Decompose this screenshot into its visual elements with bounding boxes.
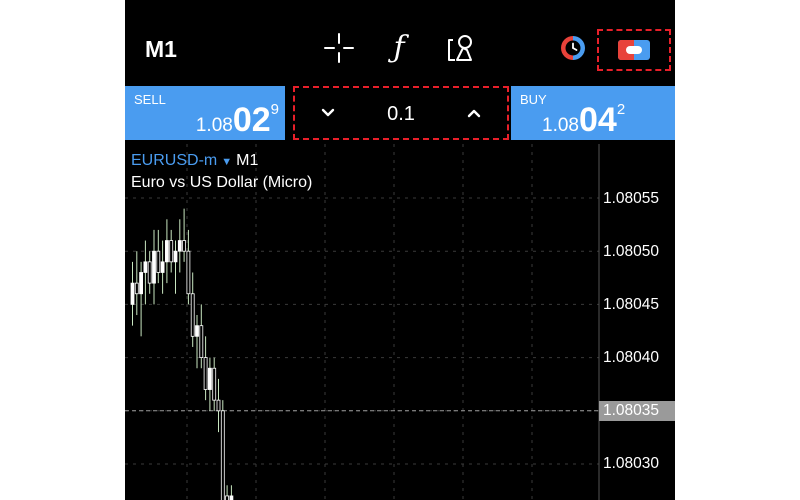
volume-increase-button[interactable] [459, 98, 489, 128]
candle-body [199, 325, 204, 358]
sell-label: SELL [134, 92, 166, 107]
price-tick: 1.08040 [603, 349, 660, 366]
one-click-trading-button[interactable] [555, 30, 591, 66]
timeframe-selector[interactable]: M1 [145, 36, 177, 63]
candle-body [177, 240, 182, 252]
quote-bar: SELL 1.08029 0.1 BUY 1.08042 [125, 82, 675, 144]
price-chart[interactable]: EURUSD-m ▼ M1 Euro vs US Dollar (Micro) 1.… [125, 144, 675, 500]
chart-canvas[interactable] [125, 144, 675, 500]
candle-body [169, 240, 174, 263]
candle-body [195, 325, 199, 337]
candle-body [208, 367, 212, 390]
sell-price: 1.08029 [196, 101, 279, 140]
price-tick: 1.08045 [603, 296, 660, 313]
candle-body [216, 399, 221, 412]
buy-price: 1.08042 [542, 101, 625, 140]
sell-price-point: 9 [270, 101, 279, 118]
sell-price-pips: 02 [232, 101, 271, 139]
price-tick: 1.08050 [603, 243, 660, 260]
candle-body [225, 495, 229, 500]
candle-body [229, 495, 234, 500]
candle-body [186, 250, 191, 295]
trade-panel-icon [618, 40, 650, 60]
caret-down-icon[interactable]: ▼ [217, 156, 236, 168]
sell-price-prefix: 1.08 [195, 115, 233, 136]
candle-body [182, 240, 186, 252]
volume-control: 0.1 [293, 86, 509, 140]
candle-body [203, 357, 208, 390]
buy-price-point: 2 [616, 101, 626, 118]
chart-toolbar: M1 ƒ [125, 0, 675, 82]
symbol-description: Euro vs US Dollar (Micro) [131, 174, 313, 191]
current-price-label: 1.08035 [599, 401, 675, 421]
crosshair-icon [324, 33, 354, 63]
crosshair-button[interactable] [321, 30, 357, 66]
buy-price-prefix: 1.08 [542, 115, 579, 136]
candle-body [190, 293, 195, 337]
trading-app: M1 ƒ SELL 1.08029 0.1 BUY 1.08042 EURUSD… [125, 0, 675, 500]
candle-body [134, 282, 139, 295]
candle-body [130, 282, 135, 305]
buy-price-pips: 04 [578, 101, 617, 139]
candle-body [143, 261, 148, 273]
candle-body [220, 410, 225, 500]
sell-button[interactable]: SELL 1.08029 [125, 86, 285, 140]
chevron-up-icon [467, 109, 481, 118]
one-click-trading-icon [561, 36, 585, 60]
candle-body [165, 240, 169, 263]
symbol-selector[interactable]: EURUSD-m [131, 152, 217, 169]
price-tick: 1.08030 [603, 455, 660, 472]
function-icon: ƒ [393, 30, 405, 65]
price-tick: 1.08055 [603, 190, 660, 207]
candle-body [212, 367, 217, 401]
candle-body [173, 250, 178, 263]
trade-panel-button[interactable] [597, 29, 671, 71]
chart-timeframe: M1 [236, 152, 259, 169]
candle-body [152, 250, 156, 284]
objects-button[interactable] [443, 30, 479, 66]
candle-body [139, 272, 144, 295]
indicators-button[interactable]: ƒ [381, 30, 417, 66]
symbol-header: EURUSD-m ▼ M1 [131, 152, 258, 170]
buy-button[interactable]: BUY 1.08042 [511, 86, 675, 140]
candle-body [156, 250, 161, 273]
objects-icon [448, 35, 472, 61]
candle-body [147, 261, 152, 284]
candle-body [160, 261, 165, 273]
